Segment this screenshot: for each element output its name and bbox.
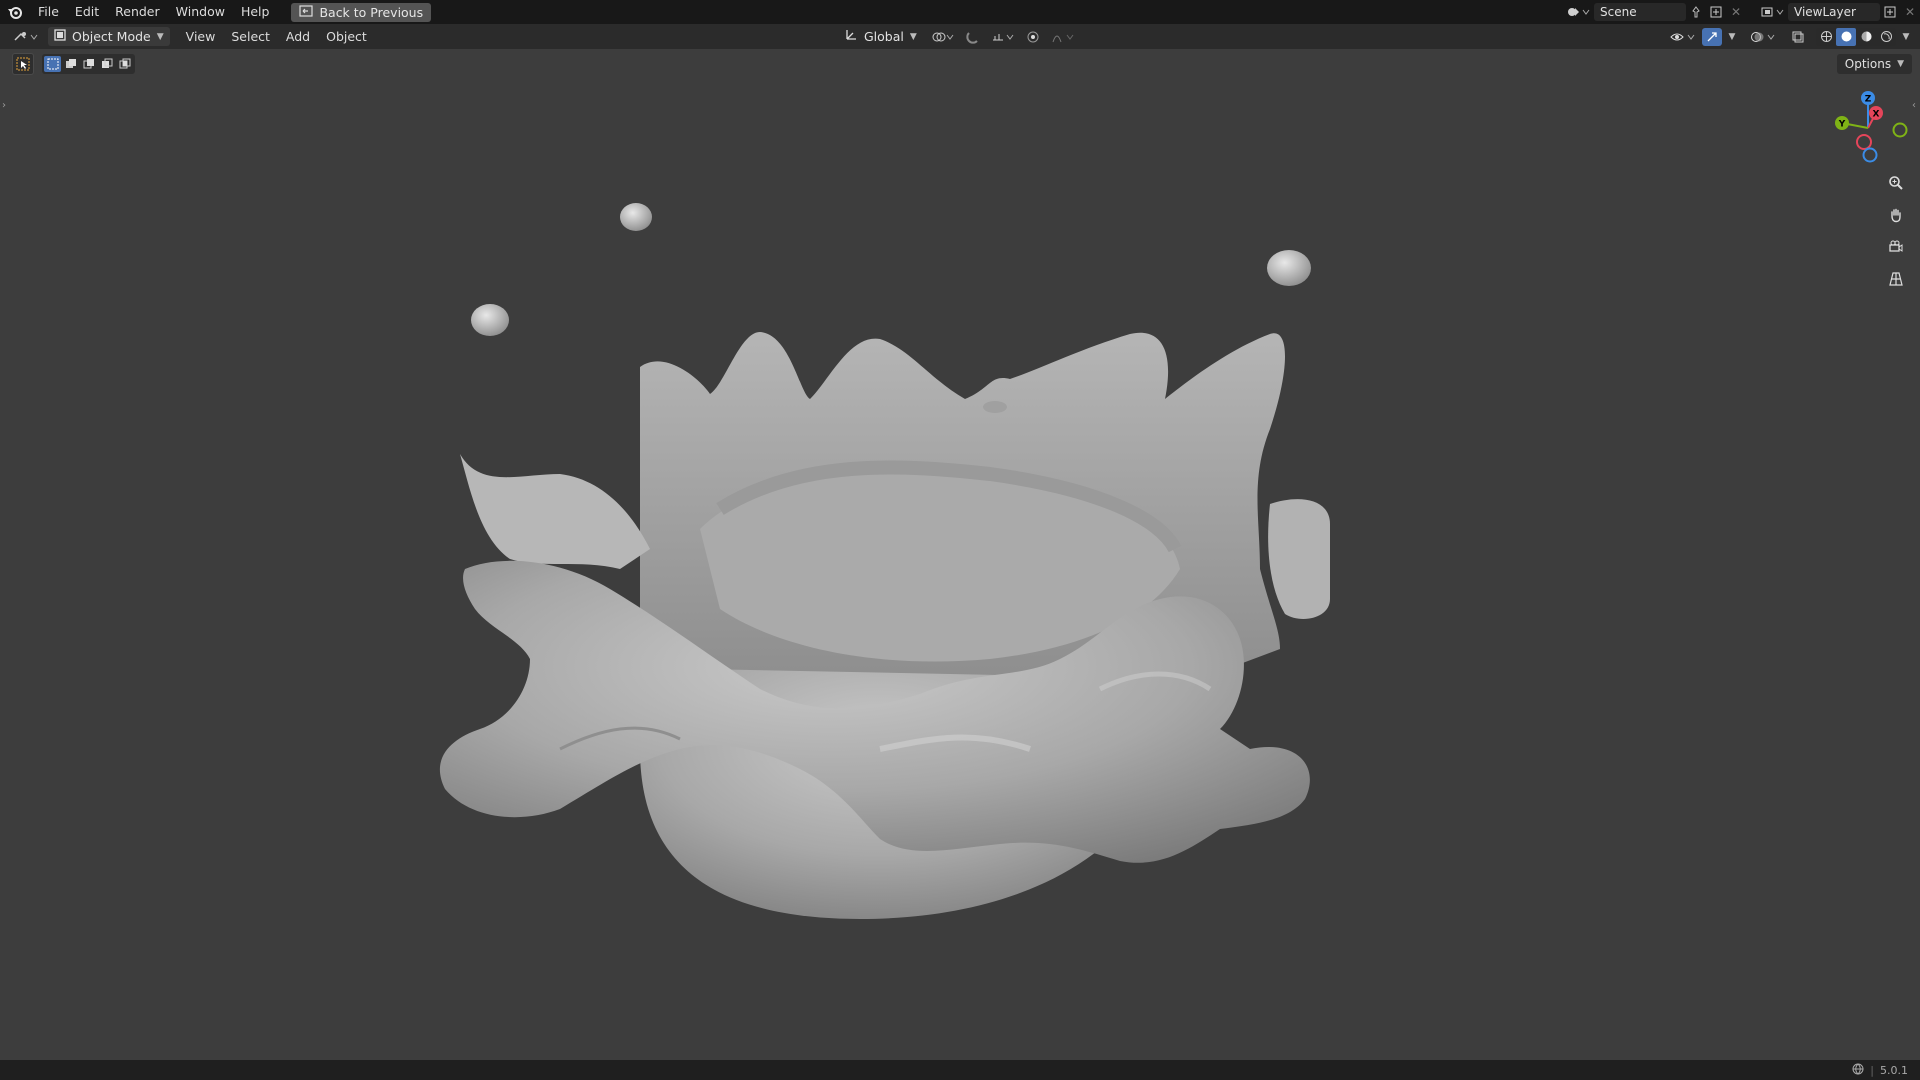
falloff-curve-icon[interactable] xyxy=(1049,28,1077,46)
neg-y-axis-icon[interactable] xyxy=(1892,122,1908,138)
object-mode-icon xyxy=(54,29,66,44)
back-to-previous-label: Back to Previous xyxy=(319,4,424,20)
material-shading-icon[interactable] xyxy=(1856,28,1876,46)
top-right-controls: Scene ✕ ViewLayer ✕ xyxy=(1564,0,1920,24)
xray-icon[interactable] xyxy=(1788,28,1808,46)
proportional-editing-icon[interactable] xyxy=(1023,28,1043,46)
back-to-previous-button[interactable]: Back to Previous xyxy=(291,2,432,22)
back-icon xyxy=(299,4,314,20)
gizmo-toggle-icon[interactable] xyxy=(1702,27,1722,46)
camera-view-icon[interactable] xyxy=(1883,234,1909,260)
visibility-icon[interactable] xyxy=(1668,28,1698,46)
orientation-icon xyxy=(844,28,858,45)
transform-orientation-dropdown[interactable]: Global ▼ xyxy=(838,27,923,46)
x-axis-label: X xyxy=(1873,110,1880,120)
scene-name-field[interactable]: Scene xyxy=(1594,3,1686,21)
zoom-icon[interactable] xyxy=(1883,170,1909,196)
y-axis-label: Y xyxy=(1838,120,1846,130)
status-bar: | 5.0.1 xyxy=(0,1060,1920,1080)
menu-add[interactable]: Add xyxy=(278,24,318,49)
neg-z-axis-icon[interactable] xyxy=(1862,147,1878,163)
overlays-icon[interactable] xyxy=(1748,28,1778,46)
gizmo-dropdown-icon[interactable]: ▼ xyxy=(1726,28,1738,46)
orientation-label: Global xyxy=(864,29,904,44)
shading-mode-group xyxy=(1816,27,1896,46)
object-mode-label: Object Mode xyxy=(72,29,151,44)
close-scene-icon[interactable]: ✕ xyxy=(1726,3,1746,21)
pivot-point-icon[interactable] xyxy=(929,28,957,46)
close-view-layer-icon[interactable]: ✕ xyxy=(1900,3,1920,21)
chevron-down-icon: ▼ xyxy=(156,31,164,42)
viewport-display-controls: ▼ ▼ xyxy=(1668,24,1912,49)
neg-x-axis-icon[interactable] xyxy=(1856,134,1872,150)
menu-object[interactable]: Object xyxy=(318,24,375,49)
pin-icon[interactable] xyxy=(1686,3,1706,21)
menu-file[interactable]: File xyxy=(30,0,67,24)
snap-icon[interactable] xyxy=(963,28,983,46)
menu-window[interactable]: Window xyxy=(168,0,233,24)
new-view-layer-icon[interactable] xyxy=(1880,3,1900,21)
shading-dropdown-icon[interactable]: ▼ xyxy=(1900,28,1912,46)
globe-icon xyxy=(1852,1063,1864,1078)
menu-select[interactable]: Select xyxy=(223,24,278,49)
navigation-gizmo[interactable]: Z X Y xyxy=(1828,88,1908,168)
menu-edit[interactable]: Edit xyxy=(67,0,107,24)
menu-view[interactable]: View xyxy=(178,24,224,49)
wireframe-shading-icon[interactable] xyxy=(1816,28,1836,46)
navigation-tools xyxy=(1883,170,1909,292)
transform-controls: Global ▼ xyxy=(838,24,1077,49)
version-label: 5.0.1 xyxy=(1880,1063,1908,1077)
solid-shading-icon[interactable] xyxy=(1836,27,1856,46)
viewport-3d[interactable] xyxy=(0,49,1920,1059)
new-scene-icon[interactable] xyxy=(1706,3,1726,21)
snap-target-icon[interactable] xyxy=(989,28,1017,46)
top-menu-bar: File Edit Render Window Help Back to Pre… xyxy=(0,0,1920,24)
perspective-toggle-icon[interactable] xyxy=(1883,266,1909,292)
z-axis-label: Z xyxy=(1865,95,1872,105)
view-layer-name: ViewLayer xyxy=(1794,5,1856,19)
separator: | xyxy=(1870,1063,1874,1077)
blender-logo-icon[interactable] xyxy=(0,0,30,24)
scene-browse-icon[interactable] xyxy=(1564,3,1594,21)
chevron-down-icon: ▼ xyxy=(909,31,917,42)
hand-pan-icon[interactable] xyxy=(1883,202,1909,228)
scene-name: Scene xyxy=(1600,5,1637,19)
object-mode-dropdown[interactable]: Object Mode ▼ xyxy=(48,27,170,46)
splash-mesh[interactable] xyxy=(439,332,1330,919)
editor-type-icon[interactable] xyxy=(8,28,44,46)
view-layer-browse-icon[interactable] xyxy=(1758,3,1788,21)
menu-help[interactable]: Help xyxy=(233,0,278,24)
rendered-shading-icon[interactable] xyxy=(1876,28,1896,46)
view-layer-field[interactable]: ViewLayer xyxy=(1788,3,1880,21)
menu-render[interactable]: Render xyxy=(107,0,168,24)
